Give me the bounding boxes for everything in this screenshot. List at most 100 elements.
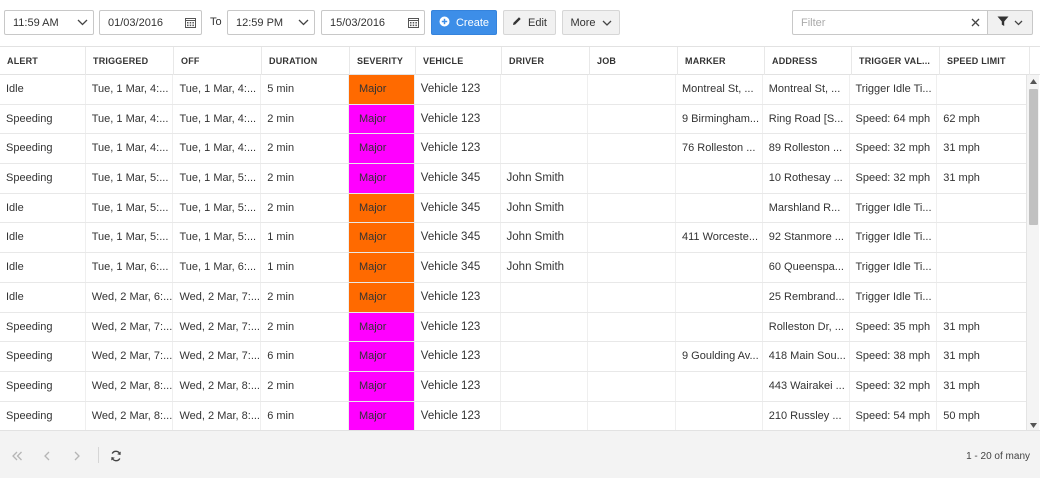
table-row[interactable]: Speeding Wed, 2 Mar, 7:... Wed, 2 Mar, 7:.… — [0, 312, 1027, 343]
cell-duration: 2 min — [261, 164, 349, 193]
cell-speed-limit — [937, 282, 1027, 312]
cell-vehicle: Vehicle 123 — [415, 75, 501, 104]
cell-job — [588, 75, 676, 104]
chevron-down-icon — [292, 19, 314, 26]
cell-off: Tue, 1 Mar, 5:... — [173, 164, 262, 193]
start-date-picker[interactable]: 01/03/2016 — [99, 10, 202, 35]
column-header-duration[interactable]: DURATION — [262, 47, 350, 75]
column-header-off[interactable]: OFF — [174, 47, 262, 75]
cell-driver — [501, 312, 589, 342]
column-header-triggered[interactable]: TRIGGERED — [86, 47, 174, 75]
first-page-icon[interactable] — [8, 448, 26, 464]
start-date-value: 01/03/2016 — [108, 16, 164, 29]
cell-address: 443 Wairakei ... — [763, 371, 850, 401]
start-time-picker[interactable]: 11:59 AM — [4, 10, 94, 35]
cell-job — [588, 253, 676, 282]
cell-trigger-value: Speed: 38 mph — [850, 342, 938, 371]
previous-page-icon[interactable] — [38, 448, 56, 464]
cell-vehicle: Vehicle 123 — [415, 104, 501, 134]
table-row[interactable]: Speeding Tue, 1 Mar, 4:... Tue, 1 Mar, 4:.… — [0, 134, 1027, 165]
table-row[interactable]: Speeding Tue, 1 Mar, 4:... Tue, 1 Mar, 4:.… — [0, 104, 1027, 135]
table-row[interactable]: Speeding Wed, 2 Mar, 8:... Wed, 2 Mar, 8:.… — [0, 371, 1027, 402]
cell-off: Tue, 1 Mar, 4:... — [173, 104, 262, 134]
scroll-down-icon[interactable] — [1027, 419, 1039, 430]
close-icon[interactable] — [963, 18, 987, 27]
cell-speed-limit — [937, 253, 1027, 282]
cell-marker: 411 Worceste... — [676, 223, 763, 253]
cell-alert: Speeding — [0, 134, 86, 164]
cell-job — [588, 223, 676, 253]
chevron-down-icon — [602, 17, 612, 29]
cell-severity: Major — [348, 371, 415, 401]
more-button[interactable]: More — [562, 10, 620, 35]
calendar-icon[interactable] — [402, 17, 424, 28]
edit-button[interactable]: Edit — [503, 10, 556, 35]
cell-marker — [676, 193, 763, 223]
column-header-vehicle[interactable]: VEHICLE — [416, 47, 502, 75]
cell-job — [588, 282, 676, 312]
column-header-speed-limit[interactable]: SPEED LIMIT — [940, 47, 1030, 75]
column-header-trigger-value[interactable]: TRIGGER VAL... — [852, 47, 940, 75]
cell-speed-limit: 31 mph — [937, 164, 1027, 193]
cell-triggered: Tue, 1 Mar, 5:... — [86, 223, 174, 253]
cell-trigger-value: Speed: 54 mph — [850, 401, 938, 430]
cell-duration: 1 min — [261, 223, 349, 253]
cell-job — [588, 312, 676, 342]
scroll-up-icon[interactable] — [1027, 75, 1039, 87]
cell-speed-limit: 31 mph — [937, 371, 1027, 401]
create-label: Create — [455, 16, 490, 29]
next-page-icon[interactable] — [68, 448, 86, 464]
cell-vehicle: Vehicle 345 — [415, 164, 501, 193]
column-header-address[interactable]: ADDRESS — [765, 47, 852, 75]
cell-severity: Major — [348, 104, 415, 134]
column-header-driver[interactable]: DRIVER — [502, 47, 590, 75]
table-row[interactable]: Idle Tue, 1 Mar, 4:... Tue, 1 Mar, 4:... 5 … — [0, 75, 1027, 105]
column-header-marker[interactable]: MARKER — [678, 47, 765, 75]
cell-driver — [501, 282, 589, 312]
cell-vehicle: Vehicle 123 — [415, 371, 501, 401]
table-row[interactable]: Idle Tue, 1 Mar, 6:... Tue, 1 Mar, 6:... 1 … — [0, 253, 1027, 283]
cell-duration: 2 min — [261, 134, 349, 164]
cell-job — [588, 134, 676, 164]
cell-vehicle: Vehicle 345 — [415, 193, 501, 223]
cell-vehicle: Vehicle 345 — [415, 223, 501, 253]
table-row[interactable]: Idle Tue, 1 Mar, 5:... Tue, 1 Mar, 5:... 1 … — [0, 223, 1027, 254]
cell-off: Wed, 2 Mar, 7:... — [173, 342, 262, 371]
scrollbar-thumb[interactable] — [1029, 89, 1038, 225]
end-date-picker[interactable]: 15/03/2016 — [321, 10, 425, 35]
column-header-job[interactable]: JOB — [590, 47, 678, 75]
cell-off: Tue, 1 Mar, 4:... — [173, 134, 262, 164]
table-row[interactable]: Speeding Tue, 1 Mar, 5:... Tue, 1 Mar, 5:.… — [0, 164, 1027, 194]
table-row[interactable]: Speeding Wed, 2 Mar, 7:... Wed, 2 Mar, 7:.… — [0, 342, 1027, 372]
cell-address: Rolleston Dr, ... — [763, 312, 850, 342]
refresh-icon[interactable] — [107, 448, 125, 464]
cell-alert: Idle — [0, 282, 86, 312]
cell-driver — [501, 75, 589, 104]
table-row[interactable]: Idle Wed, 2 Mar, 6:... Wed, 2 Mar, 7:... 2 … — [0, 282, 1027, 313]
cell-severity: Major — [348, 342, 415, 371]
cell-triggered: Wed, 2 Mar, 8:... — [86, 401, 174, 430]
table-row[interactable]: Idle Tue, 1 Mar, 5:... Tue, 1 Mar, 5:... 2 … — [0, 193, 1027, 224]
cell-alert: Idle — [0, 223, 86, 253]
filter-menu-button[interactable] — [988, 10, 1033, 35]
cell-marker — [676, 282, 763, 312]
cell-driver: John Smith — [501, 253, 589, 282]
filter-input[interactable] — [793, 16, 963, 29]
column-header-severity[interactable]: SEVERITY — [350, 47, 416, 75]
table-row[interactable]: Speeding Wed, 2 Mar, 8:... Wed, 2 Mar, 8:.… — [0, 401, 1027, 430]
cell-alert: Idle — [0, 193, 86, 223]
end-time-picker[interactable]: 12:59 PM — [227, 10, 315, 35]
funnel-icon — [997, 16, 1009, 30]
cell-speed-limit: 62 mph — [937, 104, 1027, 134]
cell-triggered: Tue, 1 Mar, 6:... — [86, 253, 174, 282]
filter-field — [792, 10, 988, 35]
column-header-alert[interactable]: ALERT — [0, 47, 86, 75]
calendar-icon[interactable] — [179, 17, 201, 28]
create-button[interactable]: Create — [431, 10, 497, 35]
chevron-down-icon — [1014, 17, 1023, 29]
cell-address: Marshland R... — [763, 193, 850, 223]
vertical-scrollbar[interactable] — [1026, 75, 1039, 430]
plus-circle-icon — [439, 16, 450, 30]
cell-alert: Speeding — [0, 164, 86, 193]
cell-driver — [501, 371, 589, 401]
